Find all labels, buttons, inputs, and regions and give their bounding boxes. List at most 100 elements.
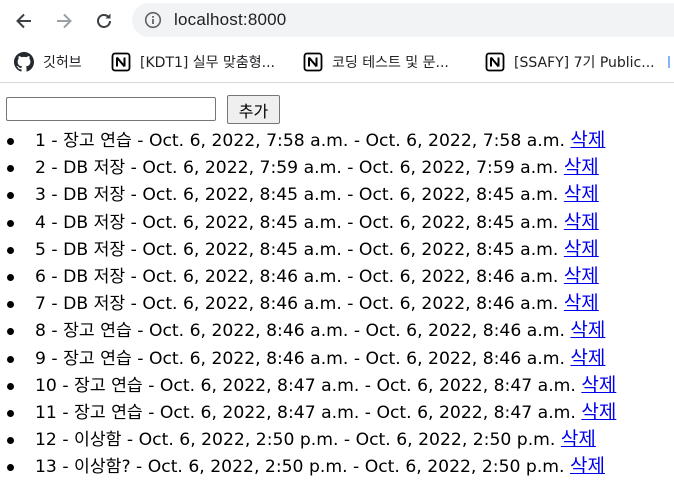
delete-link[interactable]: 삭제 — [581, 401, 616, 423]
separator: - — [348, 321, 366, 342]
forward-button[interactable] — [50, 8, 78, 34]
todo-item: 2 - DB 저장 - Oct. 6, 2022, 7:59 a.m. - Oc… — [0, 154, 616, 181]
delete-link[interactable]: 삭제 — [581, 374, 616, 396]
bullet-icon — [7, 301, 14, 309]
bookmark-label: [KDT1] 실무 맞춤형... — [140, 55, 275, 71]
reload-button[interactable] — [90, 8, 118, 34]
arrow-right-icon — [57, 13, 72, 29]
separator: - — [347, 457, 365, 478]
todo-title: 이상함 — [74, 430, 122, 451]
todo-item: 13 - 이상함? - Oct. 6, 2022, 2:50 p.m. - Oc… — [0, 453, 616, 480]
todo-updated-at: Oct. 6, 2022, 8:47 a.m. — [376, 375, 576, 396]
notion-icon — [111, 52, 131, 72]
todo-updated-at: Oct. 6, 2022, 8:46 a.m. — [365, 321, 565, 342]
separator: - — [45, 131, 64, 151]
separator: - — [56, 430, 75, 451]
todo-created-at: Oct. 6, 2022, 2:50 p.m. — [147, 457, 348, 478]
reload-icon — [97, 13, 111, 28]
delete-link[interactable]: 삭제 — [564, 211, 599, 233]
todo-updated-at: Oct. 6, 2022, 2:50 p.m. — [355, 430, 556, 451]
notion-icon — [485, 52, 505, 72]
delete-link[interactable]: 삭제 — [570, 455, 605, 477]
todo-created-at: Oct. 6, 2022, 7:59 a.m. — [142, 158, 342, 179]
bookmark-label: 코딩 테스트 및 문... — [332, 55, 449, 71]
bullet-icon — [7, 382, 14, 390]
todo-id: 13 — [35, 457, 57, 478]
todo-updated-at: Oct. 6, 2022, 8:47 a.m. — [376, 402, 576, 423]
separator: - — [131, 131, 149, 151]
separator: - — [341, 158, 359, 179]
todo-id: 10 — [35, 375, 57, 396]
delete-link[interactable]: 삭제 — [564, 238, 599, 260]
bullet-icon — [7, 328, 14, 336]
todo-title: DB 저장 — [63, 185, 126, 206]
separator: - — [125, 239, 143, 260]
todo-updated-at: Oct. 6, 2022, 8:46 a.m. — [365, 348, 565, 369]
todo-title: 이상함? — [74, 457, 131, 478]
separator: - — [45, 321, 64, 342]
delete-link[interactable]: 삭제 — [564, 292, 599, 314]
delete-link[interactable]: 삭제 — [570, 319, 605, 341]
separator: - — [45, 266, 64, 287]
bookmark-github[interactable]: 깃허브 — [14, 50, 82, 74]
separator: - — [359, 402, 377, 423]
todo-title: 장고 연습 — [63, 131, 132, 151]
separator: - — [121, 430, 139, 451]
todo-item: 9 - 장고 연습 - Oct. 6, 2022, 8:46 a.m. - Oc… — [0, 345, 616, 372]
separator: - — [56, 402, 75, 423]
separator: - — [341, 212, 359, 233]
bullet-icon — [7, 409, 14, 417]
separator: - — [45, 212, 64, 233]
separator: - — [125, 185, 143, 206]
separator: - — [341, 294, 359, 315]
add-button[interactable]: 추가 — [227, 95, 280, 124]
delete-link[interactable]: 삭제 — [564, 156, 599, 178]
separator: - — [125, 158, 143, 179]
todo-item: 11 - 장고 연습 - Oct. 6, 2022, 8:47 a.m. - O… — [0, 399, 616, 426]
github-icon — [14, 52, 34, 72]
bookmarks-bar: 깃허브 [KDT1] 실무 맞춤형... 코딩 테스트 및 문... [SSAF… — [0, 42, 674, 83]
notion-icon — [303, 52, 323, 72]
bullet-icon — [7, 165, 14, 173]
todo-item: 6 - DB 저장 - Oct. 6, 2022, 8:46 a.m. - Oc… — [0, 263, 616, 290]
separator: - — [341, 266, 359, 287]
separator: - — [125, 212, 143, 233]
separator: - — [142, 375, 160, 396]
todo-id: 12 — [35, 430, 57, 451]
bookmark-label: [SSAFY] 7기 Public... — [514, 55, 655, 71]
todo-item: 8 - 장고 연습 - Oct. 6, 2022, 8:46 a.m. - Oc… — [0, 317, 616, 344]
separator: - — [348, 131, 366, 151]
bookmark-ssafy[interactable]: [SSAFY] 7기 Public... — [485, 50, 655, 74]
todo-title: 장고 연습 — [63, 321, 132, 342]
todo-id: 6 — [35, 266, 46, 287]
delete-link[interactable]: 삭제 — [570, 347, 605, 369]
todo-title: DB 저장 — [63, 212, 126, 233]
delete-link[interactable]: 삭제 — [564, 265, 599, 287]
bookmark-coding-test[interactable]: 코딩 테스트 및 문... — [303, 50, 449, 74]
delete-link[interactable]: 삭제 — [561, 428, 596, 450]
todo-item: 1 - 장고 연습 - Oct. 6, 2022, 7:58 a.m. - Oc… — [0, 127, 616, 154]
separator: - — [338, 430, 356, 451]
todo-title: DB 저장 — [63, 294, 126, 315]
address-bar[interactable]: localhost:8000 — [132, 3, 674, 37]
separator: - — [125, 266, 143, 287]
bookmark-label: 깃허브 — [43, 55, 82, 71]
page-content: 추가 1 - 장고 연습 - Oct. 6, 2022, 7:58 a.m. -… — [0, 83, 674, 490]
delete-link[interactable]: 삭제 — [570, 129, 605, 151]
separator: - — [45, 239, 64, 260]
bookmark-kdt1[interactable]: [KDT1] 실무 맞춤형... — [111, 50, 275, 74]
todo-input[interactable] — [6, 97, 216, 121]
todo-created-at: Oct. 6, 2022, 2:50 p.m. — [138, 430, 339, 451]
back-button[interactable] — [10, 8, 38, 34]
separator: - — [125, 294, 143, 315]
delete-link[interactable]: 삭제 — [564, 183, 599, 205]
bullet-icon — [7, 355, 14, 363]
bullet-icon — [7, 464, 14, 472]
url-text[interactable]: localhost:8000 — [174, 10, 286, 30]
todo-item: 3 - DB 저장 - Oct. 6, 2022, 8:45 a.m. - Oc… — [0, 181, 616, 208]
info-icon[interactable] — [144, 11, 162, 29]
todo-title: DB 저장 — [63, 266, 126, 287]
separator: - — [348, 348, 366, 369]
todo-updated-at: Oct. 6, 2022, 8:46 a.m. — [358, 294, 559, 315]
todo-id: 7 — [35, 294, 46, 315]
